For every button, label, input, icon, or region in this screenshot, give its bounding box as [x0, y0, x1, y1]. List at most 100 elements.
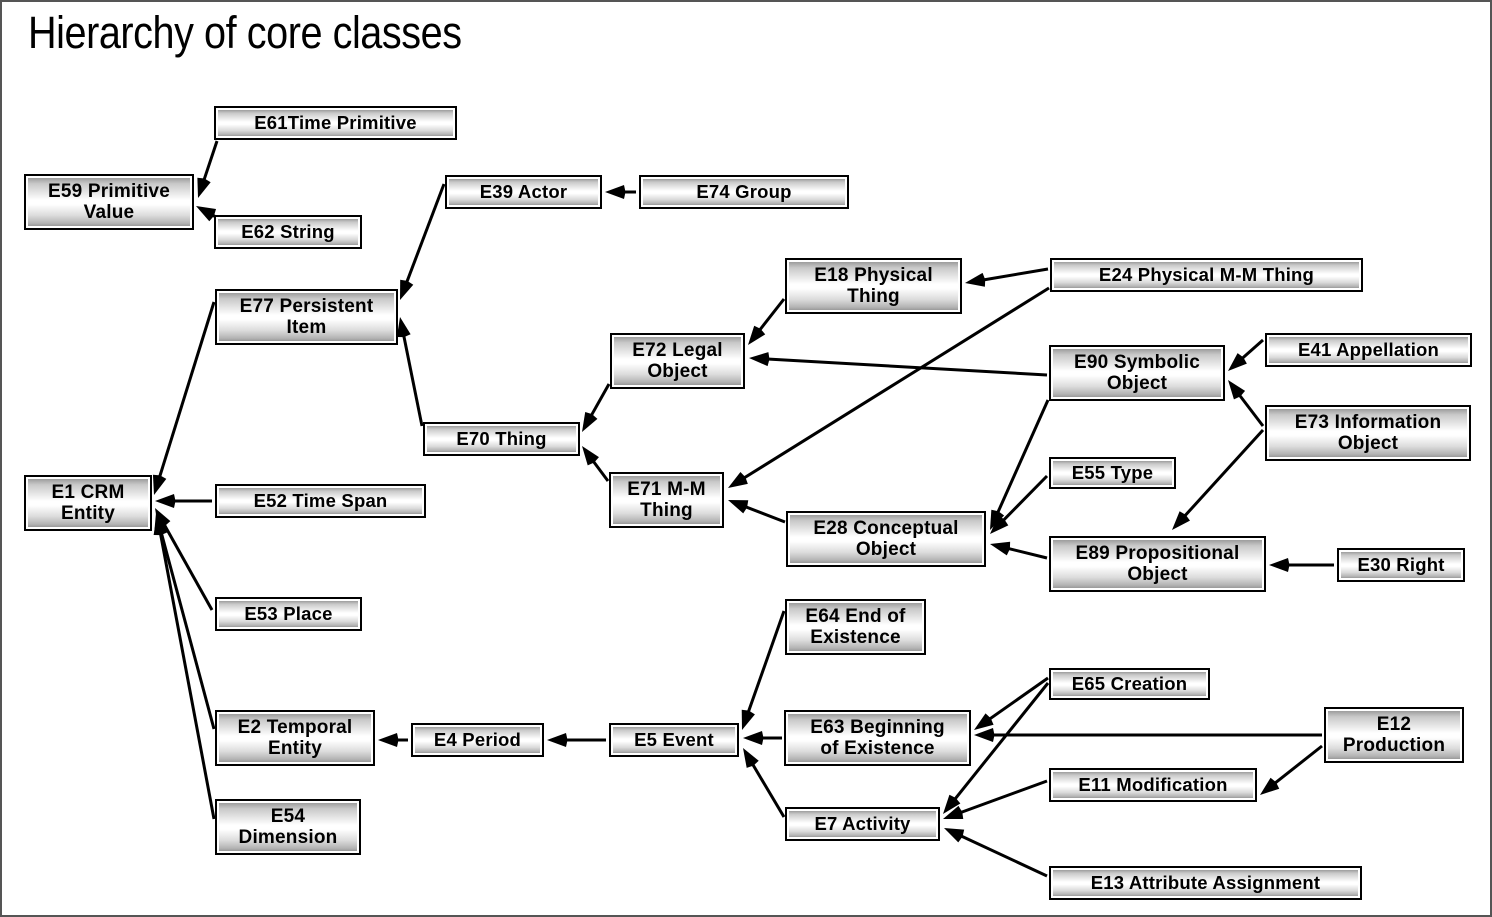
edge-line: [401, 332, 424, 427]
edge-line: [1181, 428, 1265, 520]
edge-line: [756, 298, 786, 334]
class-node-e39[interactable]: E39 Actor: [445, 175, 602, 209]
class-node-e55[interactable]: E55 Type: [1049, 457, 1176, 489]
class-node-label: E18 Physical Thing: [789, 262, 958, 310]
class-node-e64[interactable]: E64 End of Existence: [785, 599, 926, 655]
arrowhead: [728, 500, 749, 514]
edge-line: [161, 521, 214, 611]
class-node-label: E11 Modification: [1053, 772, 1253, 798]
edge-e70-to-e77: [396, 317, 424, 427]
class-node-label: E52 Time Span: [219, 488, 422, 514]
edge-e73-to-e90: [1228, 380, 1265, 427]
edge-line: [588, 383, 611, 419]
class-node-e13[interactable]: E13 Attribute Assignment: [1049, 866, 1362, 900]
arrowhead: [1172, 511, 1190, 530]
edge-line: [957, 779, 1048, 815]
edge-line: [1271, 744, 1323, 787]
edge-e52-to-e1: [155, 494, 212, 508]
arrowhead: [748, 325, 766, 345]
class-node-label: E71 M-M Thing: [613, 476, 720, 524]
class-node-e41[interactable]: E41 Appellation: [1265, 333, 1472, 367]
edge-e24-to-e18: [965, 267, 1049, 287]
arrowhead: [400, 279, 414, 300]
class-node-label: E64 End of Existence: [789, 603, 922, 651]
class-node-label: E30 Right: [1341, 552, 1461, 578]
edge-line: [1236, 391, 1265, 427]
edge-e28-to-e71: [728, 500, 786, 524]
class-node-e63[interactable]: E63 Beginning of Existence: [784, 710, 971, 766]
class-node-e77[interactable]: E77 Persistent Item: [215, 289, 398, 345]
arrowhead: [1269, 558, 1290, 572]
arrowhead: [990, 541, 1011, 556]
class-node-label: E70 Thing: [427, 426, 576, 452]
edge-e13-to-e7: [944, 828, 1048, 878]
arrowhead: [1228, 380, 1246, 400]
class-node-e4[interactable]: E4 Period: [411, 723, 544, 757]
arrowhead: [741, 709, 755, 730]
class-node-e90[interactable]: E90 Symbolic Object: [1049, 345, 1225, 401]
class-node-label: E72 Legal Object: [614, 337, 741, 385]
edge-e55-to-e28: [990, 474, 1049, 534]
class-node-e1[interactable]: E1 CRM Entity: [24, 475, 152, 531]
class-node-e65[interactable]: E65 Creation: [1049, 668, 1210, 700]
class-node-label: E63 Beginning of Existence: [788, 714, 967, 762]
edge-e72-to-e70: [582, 383, 611, 432]
class-node-e30[interactable]: E30 Right: [1337, 548, 1465, 582]
class-node-label: E90 Symbolic Object: [1053, 349, 1221, 397]
class-node-label: E41 Appellation: [1269, 337, 1468, 363]
class-node-label: E28 Conceptual Object: [790, 515, 982, 563]
arrowhead: [944, 828, 965, 843]
arrowhead: [974, 713, 994, 730]
class-node-e53[interactable]: E53 Place: [215, 597, 362, 631]
class-node-e5[interactable]: E5 Event: [609, 723, 739, 757]
class-node-e72[interactable]: E72 Legal Object: [610, 333, 745, 389]
class-node-e24[interactable]: E24 Physical M-M Thing: [1050, 258, 1363, 292]
edge-e53-to-e1: [155, 508, 214, 611]
arrowhead: [749, 352, 770, 367]
class-node-e11[interactable]: E11 Modification: [1049, 768, 1257, 802]
class-node-e7[interactable]: E7 Activity: [785, 807, 940, 841]
class-node-label: E39 Actor: [449, 179, 598, 205]
edge-e65-to-e63: [974, 676, 1049, 730]
arrowhead: [547, 733, 568, 747]
class-node-label: E62 String: [218, 219, 358, 245]
arrowhead: [974, 728, 995, 742]
arrowhead: [990, 515, 1009, 534]
class-node-e61[interactable]: E61Time Primitive: [214, 106, 457, 140]
class-node-e71[interactable]: E71 M-M Thing: [609, 472, 724, 528]
arrowhead: [990, 509, 1005, 530]
class-node-e28[interactable]: E28 Conceptual Object: [786, 511, 986, 567]
class-node-e54[interactable]: E54 Dimension: [215, 799, 361, 855]
edge-e7-to-e5: [743, 748, 786, 818]
edge-line: [1238, 338, 1264, 362]
class-node-label: E55 Type: [1053, 461, 1172, 485]
edge-e30-to-e89: [1269, 558, 1334, 572]
class-node-e2[interactable]: E2 Temporal Entity: [215, 710, 375, 766]
edge-e39-to-e77: [400, 183, 446, 300]
edge-line: [764, 357, 1048, 377]
edge-line: [957, 833, 1048, 878]
class-node-label: E7 Activity: [789, 811, 936, 837]
edge-line: [404, 183, 446, 286]
edge-e12-to-e11: [1260, 744, 1323, 795]
class-node-e52[interactable]: E52 Time Span: [215, 484, 426, 518]
class-node-e74[interactable]: E74 Group: [639, 175, 849, 209]
edge-line: [201, 140, 219, 184]
class-node-e73[interactable]: E73 Information Object: [1265, 405, 1471, 461]
class-node-label: E73 Information Object: [1269, 409, 1467, 457]
class-node-label: E12 Production: [1328, 711, 1460, 759]
edge-e18-to-e72: [748, 298, 786, 345]
edge-e90-to-e72: [749, 352, 1048, 377]
class-node-label: E5 Event: [613, 727, 735, 753]
class-node-e59[interactable]: E59 Primitive Value: [24, 174, 194, 230]
class-node-e12[interactable]: E12 Production: [1324, 707, 1464, 763]
class-node-label: E77 Persistent Item: [219, 293, 394, 341]
edge-line: [986, 676, 1049, 723]
class-node-e70[interactable]: E70 Thing: [423, 422, 580, 456]
class-node-e62[interactable]: E62 String: [214, 215, 362, 249]
class-node-e89[interactable]: E89 Propositional Object: [1049, 536, 1266, 592]
edge-e54-to-e1: [153, 515, 216, 820]
arrowhead: [728, 472, 748, 488]
arrowhead: [582, 412, 598, 432]
class-node-e18[interactable]: E18 Physical Thing: [785, 258, 962, 314]
